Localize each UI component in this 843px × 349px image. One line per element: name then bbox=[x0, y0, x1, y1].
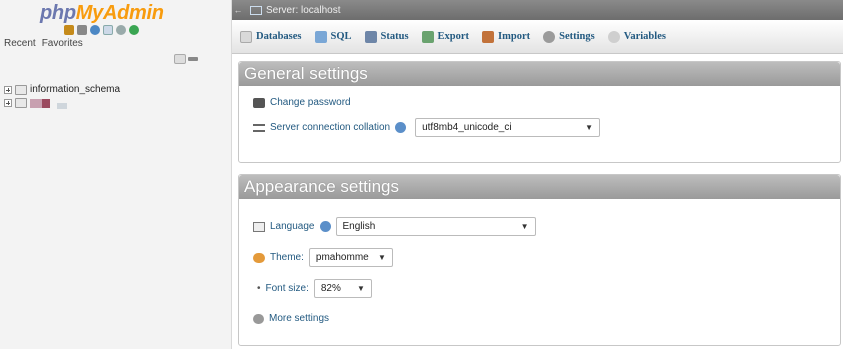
tab-import[interactable]: Import bbox=[482, 30, 531, 43]
phpmyadmin-logo[interactable]: phpMyAdmin bbox=[40, 2, 164, 25]
collation-select[interactable]: utf8mb4_unicode_ci ▼ bbox=[415, 118, 601, 137]
import-icon bbox=[482, 30, 495, 43]
theme-icon bbox=[253, 252, 265, 263]
theme-value: pmahomme bbox=[315, 252, 369, 263]
tab-variables[interactable]: Variables bbox=[607, 30, 666, 43]
collapse-arrow-icon[interactable]: ← bbox=[232, 0, 244, 20]
tab-label: Settings bbox=[559, 31, 595, 42]
appearance-settings-panel: Appearance settings Language English ▼ T… bbox=[238, 174, 841, 346]
server-label[interactable]: Server: localhost bbox=[266, 5, 340, 16]
language-row: Language English ▼ bbox=[253, 217, 536, 236]
collation-value: utf8mb4_unicode_ci bbox=[422, 122, 512, 133]
general-settings-panel: General settings Change password Server … bbox=[238, 61, 841, 163]
favorites-tab[interactable]: Favorites bbox=[42, 38, 83, 49]
status-icon bbox=[364, 30, 377, 43]
server-icon bbox=[250, 5, 262, 15]
blurred-name-block bbox=[30, 98, 42, 108]
font-size-label: Font size: bbox=[265, 283, 309, 294]
chevron-down-icon: ▼ bbox=[585, 123, 594, 132]
tab-settings[interactable]: Settings bbox=[543, 30, 595, 43]
tab-label: Status bbox=[380, 31, 409, 42]
docs-icon[interactable] bbox=[90, 25, 100, 35]
font-size-select[interactable]: 82% ▼ bbox=[313, 279, 372, 298]
expand-icon[interactable] bbox=[4, 99, 12, 107]
reload-icon[interactable] bbox=[129, 25, 139, 35]
theme-label: Theme: bbox=[270, 252, 304, 263]
more-settings-label[interactable]: More settings bbox=[269, 313, 329, 324]
logo-myadmin-text: MyAdmin bbox=[75, 2, 164, 24]
theme-select[interactable]: pmahomme ▼ bbox=[308, 248, 393, 267]
database-name[interactable]: information_schema bbox=[30, 84, 120, 95]
bullet-icon: • bbox=[257, 283, 261, 294]
panel-title: General settings bbox=[239, 62, 840, 86]
collation-icon bbox=[253, 123, 265, 132]
databases-icon bbox=[240, 30, 252, 43]
theme-row: Theme: pmahomme ▼ bbox=[253, 248, 393, 267]
help-icon[interactable] bbox=[319, 221, 331, 232]
language-select[interactable]: English ▼ bbox=[335, 217, 536, 236]
language-label: Language bbox=[270, 221, 315, 232]
change-password-label[interactable]: Change password bbox=[270, 97, 351, 108]
database-row-blurred[interactable] bbox=[4, 97, 67, 109]
chevron-down-icon: ▼ bbox=[520, 222, 529, 231]
change-password-link[interactable]: Change password bbox=[253, 97, 351, 108]
help-icon[interactable] bbox=[395, 122, 407, 133]
tab-export[interactable]: Export bbox=[421, 30, 470, 43]
export-icon bbox=[421, 30, 434, 43]
more-settings-link[interactable]: More settings bbox=[253, 313, 329, 324]
home-icon[interactable] bbox=[64, 25, 74, 35]
chevron-down-icon: ▼ bbox=[377, 253, 386, 262]
database-icon bbox=[15, 98, 27, 108]
navigation-quick-links bbox=[64, 25, 139, 37]
server-breadcrumb-bar: ← Server: localhost bbox=[232, 0, 843, 20]
language-icon bbox=[253, 221, 265, 232]
blurred-name-block bbox=[42, 98, 50, 108]
database-icon bbox=[15, 84, 27, 95]
sql-icon bbox=[314, 30, 327, 43]
settings-icon[interactable] bbox=[116, 25, 126, 35]
font-size-row: • Font size: 82% ▼ bbox=[257, 279, 372, 298]
blurred-name-block bbox=[57, 103, 67, 109]
panel-title: Appearance settings bbox=[239, 175, 840, 199]
collation-label: Server connection collation bbox=[270, 122, 391, 133]
wrench-icon bbox=[543, 30, 556, 43]
language-value: English bbox=[342, 221, 376, 232]
tab-databases[interactable]: Databases bbox=[240, 30, 302, 43]
tab-label: SQL bbox=[330, 31, 352, 42]
collation-row: Server connection collation utf8mb4_unic… bbox=[253, 118, 601, 137]
font-size-value: 82% bbox=[320, 283, 341, 294]
recent-tab[interactable]: Recent bbox=[4, 38, 36, 49]
tab-label: Variables bbox=[623, 31, 666, 42]
tab-label: Databases bbox=[256, 31, 302, 42]
logo-php-text: php bbox=[40, 2, 76, 24]
link-icon bbox=[188, 57, 198, 61]
tab-status[interactable]: Status bbox=[364, 30, 409, 43]
recent-favorites-tabs: Recent Favorites bbox=[4, 38, 83, 49]
tab-label: Import bbox=[498, 31, 531, 42]
variables-icon bbox=[607, 30, 620, 43]
collapse-all-link[interactable] bbox=[174, 54, 198, 64]
key-icon bbox=[253, 97, 265, 108]
navigation-panel: phpMyAdmin Recent Favorites information_… bbox=[0, 0, 232, 349]
collapse-icon bbox=[174, 54, 186, 64]
server-tabs: Databases SQL Status Export Import Setti… bbox=[232, 20, 843, 54]
chevron-down-icon: ▼ bbox=[356, 284, 365, 293]
expand-icon[interactable] bbox=[4, 85, 12, 94]
sql-docs-icon[interactable] bbox=[103, 25, 113, 35]
database-row-information-schema[interactable]: information_schema bbox=[4, 84, 120, 95]
wrench-icon bbox=[253, 313, 264, 324]
exit-icon[interactable] bbox=[77, 25, 87, 35]
tab-label: Export bbox=[437, 31, 470, 42]
tab-sql[interactable]: SQL bbox=[314, 30, 352, 43]
